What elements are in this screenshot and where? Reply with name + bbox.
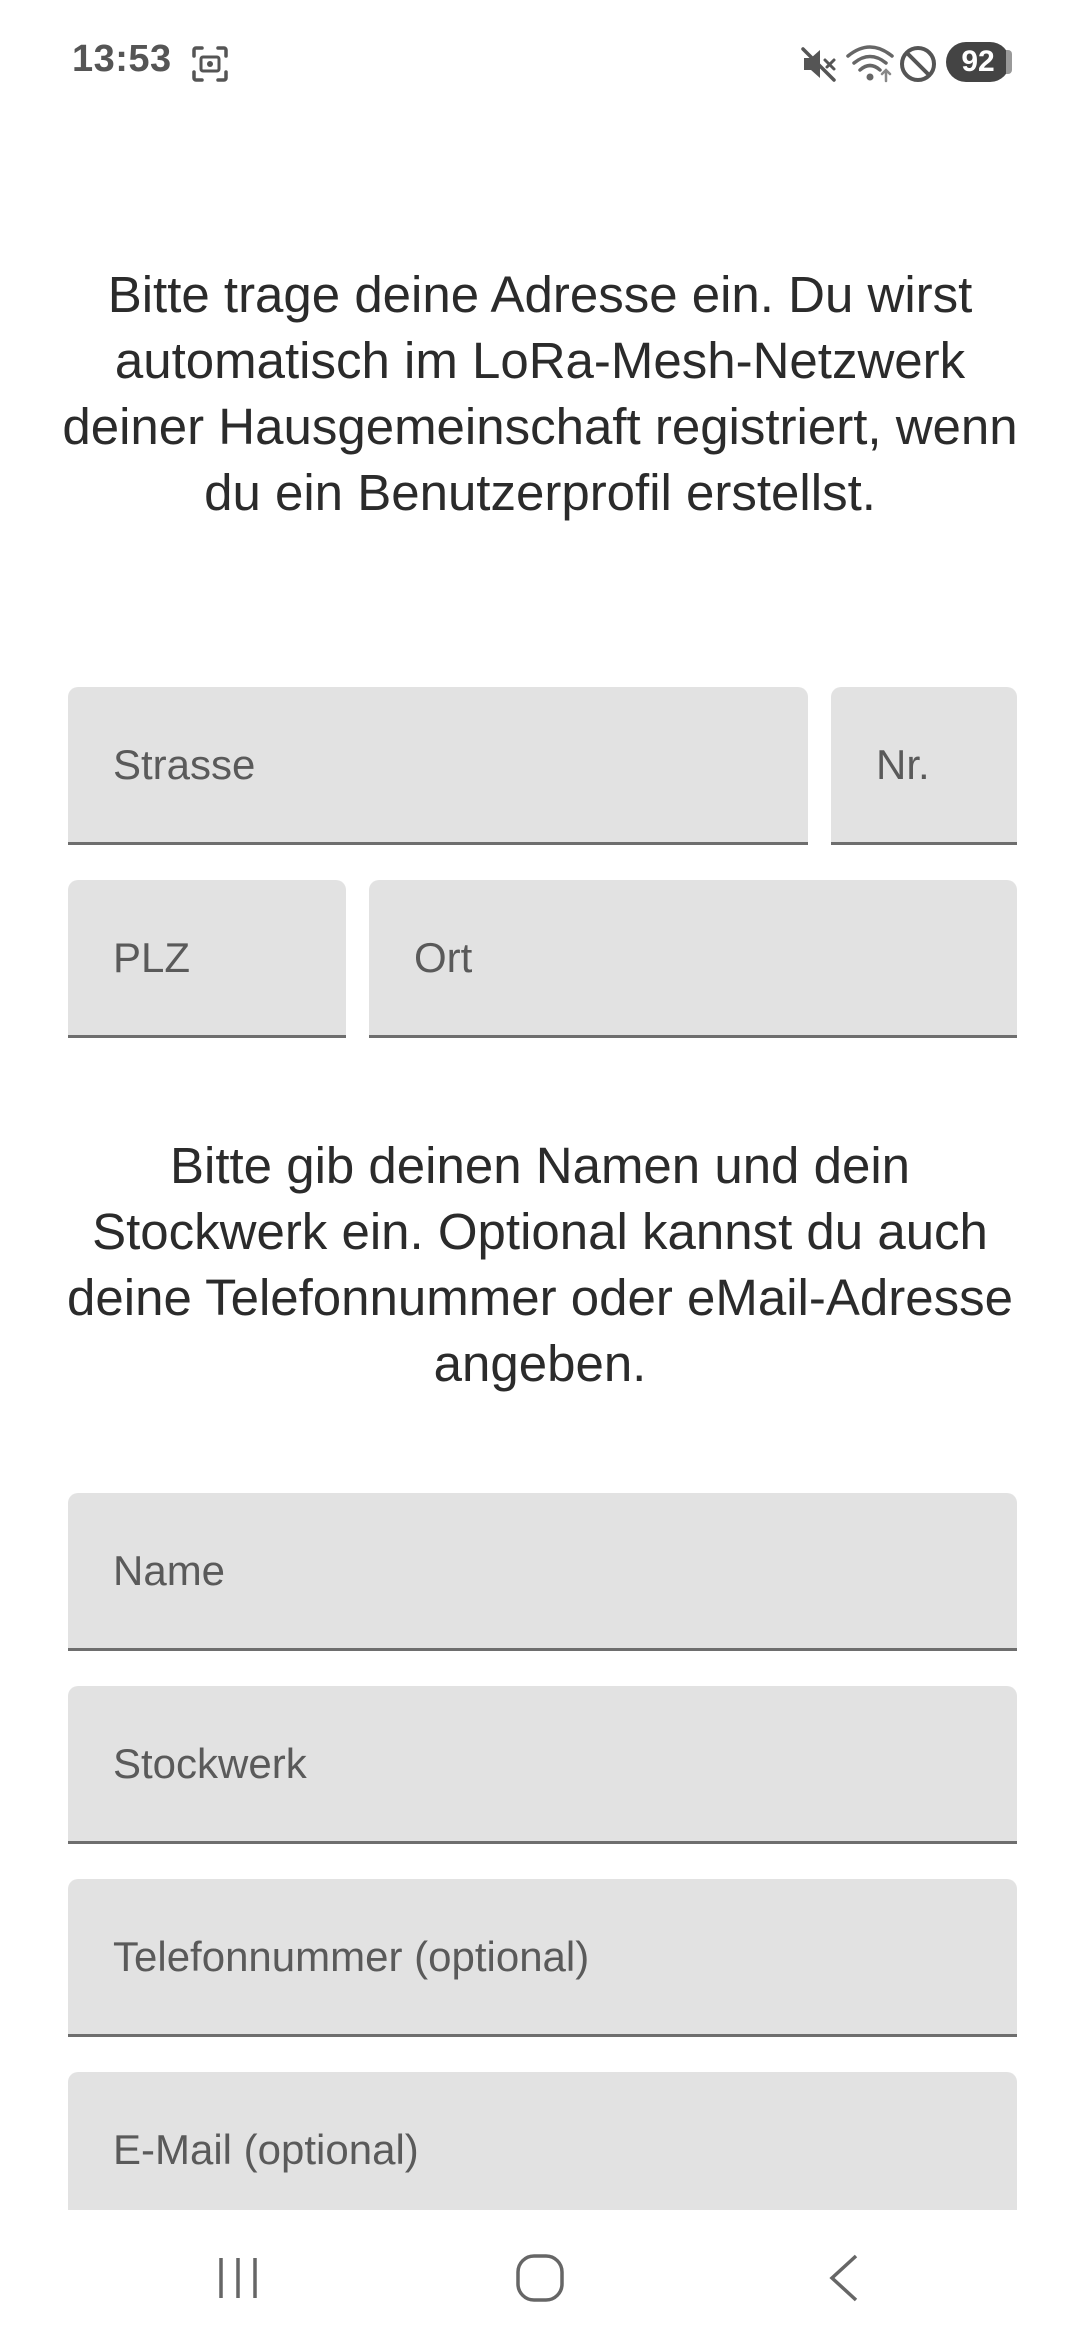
floor-field[interactable] bbox=[68, 1686, 1017, 1844]
registration-screen: 13:53 92 Bitte trage deine Adresse ein. bbox=[0, 0, 1080, 2340]
back-icon bbox=[829, 2254, 858, 2302]
house-number-input[interactable] bbox=[831, 687, 1017, 842]
email-field[interactable] bbox=[68, 2072, 1017, 2230]
phone-field[interactable] bbox=[68, 1879, 1017, 2037]
home-icon bbox=[516, 2254, 564, 2302]
zip-field[interactable] bbox=[68, 880, 346, 1038]
city-field[interactable] bbox=[369, 880, 1017, 1038]
do-not-disturb-icon bbox=[900, 46, 936, 82]
name-input[interactable] bbox=[68, 1493, 1017, 1648]
email-input[interactable] bbox=[68, 2072, 1017, 2227]
navigation-bar bbox=[0, 2210, 1080, 2340]
status-bar: 13:53 92 bbox=[0, 0, 1080, 126]
status-time: 13:53 bbox=[72, 38, 172, 80]
back-button[interactable] bbox=[784, 2240, 904, 2316]
street-field[interactable] bbox=[68, 687, 808, 845]
name-field[interactable] bbox=[68, 1493, 1017, 1651]
address-instructions: Bitte trage deine Adresse ein. Du wirst … bbox=[62, 266, 1018, 521]
battery-tip bbox=[1006, 50, 1012, 74]
zip-input[interactable] bbox=[68, 880, 346, 1035]
profile-instructions: Bitte gib deinen Namen und dein Stockwer… bbox=[67, 1137, 1013, 1392]
city-input[interactable] bbox=[369, 880, 1017, 1035]
street-input[interactable] bbox=[68, 687, 808, 842]
phone-input[interactable] bbox=[68, 1879, 1017, 2034]
mute-icon bbox=[801, 47, 836, 82]
recent-apps-button[interactable] bbox=[178, 2240, 298, 2316]
screenshot-icon bbox=[192, 46, 228, 82]
battery-indicator: 92 bbox=[946, 42, 1010, 82]
wifi-icon bbox=[846, 45, 894, 83]
floor-input[interactable] bbox=[68, 1686, 1017, 1841]
home-button[interactable] bbox=[480, 2240, 600, 2316]
house-number-field[interactable] bbox=[831, 687, 1017, 845]
recent-apps-icon bbox=[219, 2258, 257, 2298]
